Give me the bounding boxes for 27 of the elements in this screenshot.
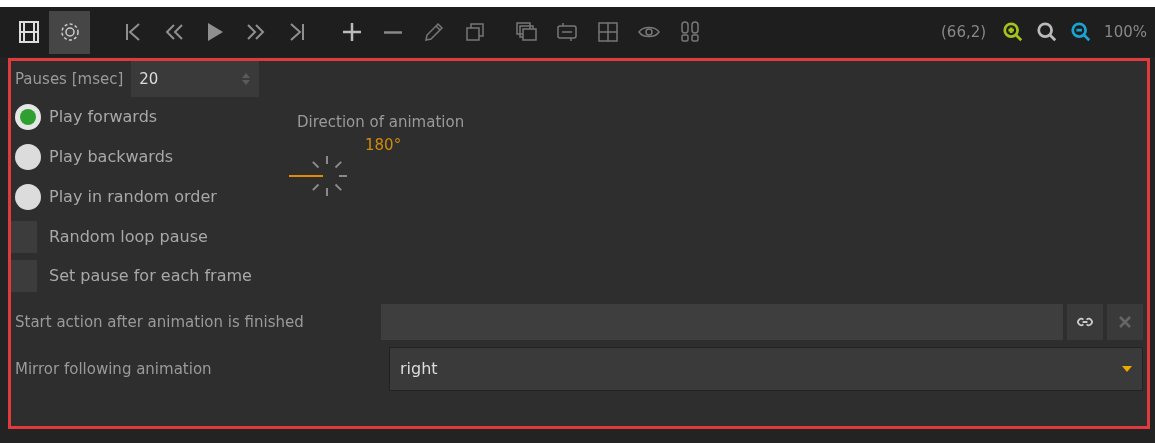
radio-button[interactable]: Play in random order: [15, 177, 301, 217]
minus-icon: [383, 30, 402, 34]
spin-arrows-icon: [241, 72, 252, 86]
zoom-in-icon: [1002, 21, 1025, 43]
zoom-out-icon: [1070, 21, 1093, 43]
radio-button[interactable]: Play backwards: [15, 137, 301, 177]
checkbox[interactable]: Random loop pause: [11, 217, 1143, 256]
close-icon: [1119, 316, 1131, 328]
section-label: Direction of animation: [297, 112, 465, 133]
numbered-tag-icon: [554, 20, 579, 44]
dropdown[interactable]: right: [389, 347, 1143, 391]
settings-button[interactable]: [49, 10, 90, 54]
field-label: Start action after animation is finished: [15, 311, 305, 333]
coordinates-label: (66,2): [941, 21, 987, 43]
caret-icon: [1122, 366, 1132, 372]
checkbox[interactable]: Set pause for each frame: [11, 256, 1143, 295]
zoom-level: 100%: [1104, 21, 1147, 43]
film-icon: [16, 20, 41, 44]
grid-icon: [595, 20, 620, 44]
link-icon: [1077, 317, 1093, 327]
layers-icon: [513, 20, 538, 44]
field-label: Mirror following animation: [15, 358, 213, 380]
angle-reading: 180°: [365, 134, 402, 156]
link-button[interactable]: [1067, 304, 1103, 340]
search-icon: [1036, 21, 1059, 43]
field-label: Pauses [msec]: [15, 68, 124, 90]
spin-box[interactable]: 20: [131, 61, 260, 97]
